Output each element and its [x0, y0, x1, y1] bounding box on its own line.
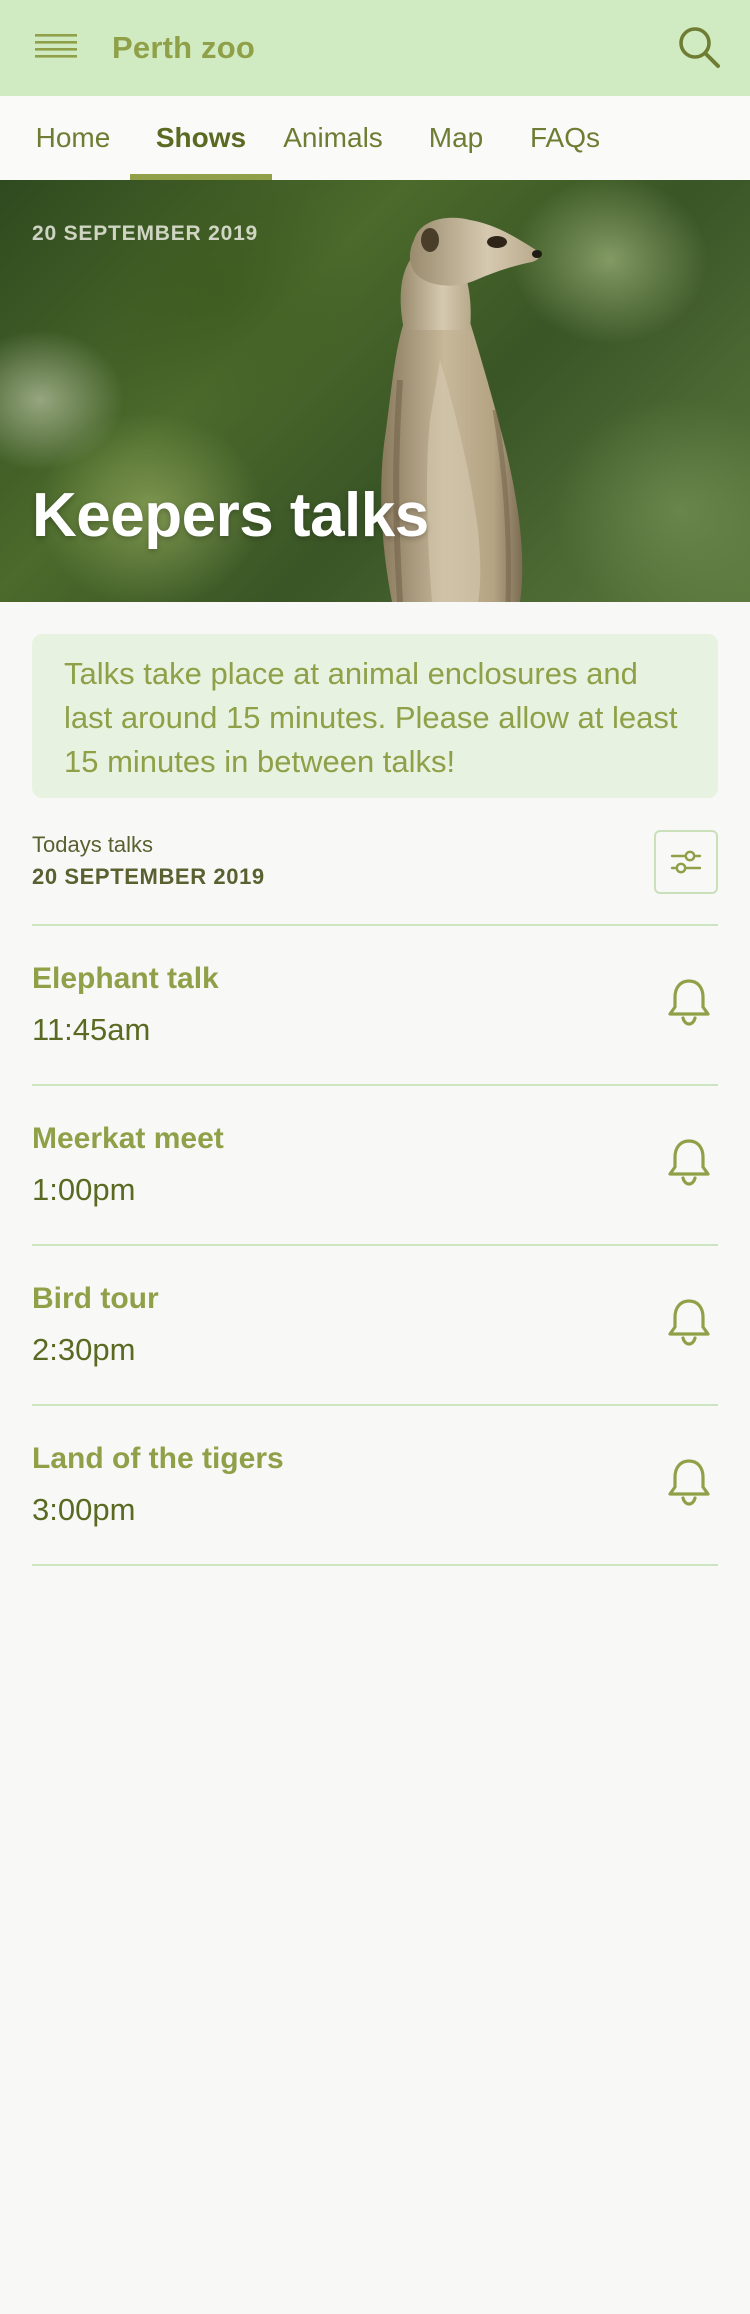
- todays-talks-date: 20 SEPTEMBER 2019: [32, 864, 265, 889]
- hero-banner: 20 SEPTEMBER 2019 Keepers talks: [0, 180, 750, 602]
- app-title: Perth zoo: [112, 30, 256, 65]
- talk-name: Meerkat meet: [32, 1122, 224, 1155]
- bell-icon[interactable]: [660, 972, 718, 1032]
- search-icon[interactable]: [674, 22, 724, 72]
- todays-talks-label: Todays talks: [32, 832, 154, 857]
- talk-time: 11:45am: [32, 1012, 151, 1047]
- bell-icon[interactable]: [660, 1452, 718, 1512]
- tab-home[interactable]: Home: [20, 96, 126, 180]
- talk-time: 3:00pm: [32, 1492, 136, 1527]
- talk-row-bird[interactable]: Bird tour 2:30pm: [32, 1246, 718, 1404]
- info-notice: Talks take place at animal enclosures an…: [32, 634, 718, 798]
- divider: [32, 1564, 718, 1566]
- tab-map[interactable]: Map: [418, 96, 494, 180]
- talk-name: Bird tour: [32, 1282, 159, 1315]
- page-title: Keepers talks: [32, 481, 429, 550]
- tab-shows[interactable]: Shows: [130, 96, 272, 180]
- app-bar: Perth zoo: [0, 0, 750, 96]
- talk-name: Elephant talk: [32, 962, 219, 995]
- bell-icon[interactable]: [660, 1292, 718, 1352]
- tab-animals[interactable]: Animals: [276, 96, 390, 180]
- talk-row-elephant[interactable]: Elephant talk 11:45am: [32, 926, 718, 1084]
- talk-row-tigers[interactable]: Land of the tigers 3:00pm: [32, 1406, 718, 1564]
- talk-time: 1:00pm: [32, 1172, 136, 1207]
- talk-row-meerkat[interactable]: Meerkat meet 1:00pm: [32, 1086, 718, 1244]
- bell-icon[interactable]: [660, 1132, 718, 1192]
- filter-button[interactable]: [654, 830, 718, 894]
- tab-faqs[interactable]: FAQs: [522, 96, 608, 180]
- hamburger-menu-icon[interactable]: [34, 30, 78, 66]
- tab-bar: Home Shows Animals Map FAQs: [0, 96, 750, 180]
- talk-name: Land of the tigers: [32, 1442, 284, 1475]
- sliders-filter-icon: [670, 850, 702, 874]
- talk-time: 2:30pm: [32, 1332, 136, 1367]
- hero-date: 20 SEPTEMBER 2019: [32, 222, 259, 245]
